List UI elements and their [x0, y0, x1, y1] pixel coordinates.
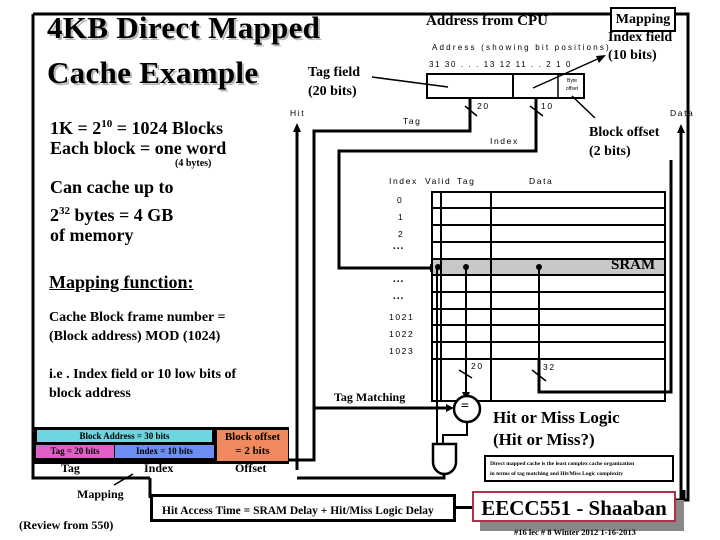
hit-miss-logic-title: Hit or Miss Logic [493, 408, 620, 427]
sram-row-index: 1021 [389, 312, 415, 322]
sram-col-data: Data [529, 176, 554, 186]
tag-width-label: 20 [477, 101, 490, 111]
address-heading: Address from CPU [426, 13, 548, 29]
mapping-line-3: i.e . Index field or 10 low bits of [49, 367, 237, 382]
slide-info: #16 lec # 8 Winter 2012 1-16-2013 [514, 527, 636, 537]
index-field-label: Index field [608, 30, 673, 45]
mapping-function-heading: Mapping function: [49, 272, 194, 292]
sram-col-index: Index [389, 176, 418, 186]
sram-label: SRAM [611, 257, 656, 273]
sram-row-index: 0 [397, 195, 404, 205]
mapping-box: Mapping [610, 7, 676, 32]
index-field-bits: (10 bits) [608, 48, 657, 63]
sram-row-index: 1022 [389, 329, 415, 339]
bit-positions: 31 30 . . . 13 12 11 . . 2 1 0 [429, 60, 573, 69]
sram-col-tag: Tag [457, 176, 476, 186]
hit-access-time: Hit Access Time = SRAM Delay + Hit/Miss … [150, 494, 456, 522]
comparator-symbol: = [461, 399, 469, 414]
sram-row-index: ... [393, 273, 405, 285]
sram-row-index: ... [393, 240, 405, 252]
label-offset: Offset [235, 461, 267, 475]
block-size: Each block = one word [50, 138, 227, 158]
hit-miss-question: (Hit or Miss?) [493, 430, 595, 449]
byte-offset-label: Byte offset [565, 78, 579, 92]
data-label: Data [670, 108, 695, 118]
index-wire-label: Index [490, 136, 519, 146]
sram-row-index: 2 [398, 229, 405, 239]
index-bits-field: Index = 10 bits [115, 445, 214, 458]
block-offset-label: Block offset [589, 125, 660, 140]
mapping-line-2: (Block address) MOD (1024) [49, 329, 221, 344]
course-title: EECC551 - Shaaban [472, 491, 676, 522]
hit-label: Hit [290, 108, 306, 118]
index-width-label: 10 [541, 101, 554, 111]
mapping-line-1: Cache Block frame number = [49, 310, 226, 325]
block-offset-bits: (2 bits) [589, 144, 631, 159]
tag-field-label: Tag field [308, 65, 360, 80]
mapping-line-4: block address [49, 386, 131, 401]
offset-bits-line-1: Block offset [224, 431, 281, 443]
sram-col-valid: Valid [425, 176, 452, 186]
label-mapping: Mapping [77, 487, 124, 501]
title-line-1: 4KB Direct Mapped [47, 10, 321, 45]
tag-wire-label: Tag [403, 116, 422, 126]
tag-bits-field: Tag = 20 bits [36, 445, 114, 458]
tag-matching-label: Tag Matching [334, 390, 406, 404]
word-bytes: (4 bytes) [175, 158, 212, 169]
complexity-note-line-1: Direct mapped cache is the least complex… [490, 461, 635, 467]
and-gate [431, 442, 458, 476]
sram-row-index: ... [393, 290, 405, 302]
of-memory: of memory [50, 225, 134, 245]
label-tag: Tag [61, 461, 80, 475]
label-index: Index [144, 461, 174, 475]
title-line-2: Cache Example [47, 55, 259, 90]
tag-field-bits: (20 bits) [308, 84, 357, 99]
offset-bits-field: Block offset = 2 bits [217, 430, 288, 461]
connector [456, 506, 472, 509]
data-width-label: 32 [543, 362, 556, 372]
block-offset-pointer [571, 95, 596, 119]
complexity-note: Direct mapped cache is the least complex… [484, 455, 674, 482]
compare-width-label: 20 [471, 361, 484, 371]
address-subheading: Address (showing bit positions) [432, 43, 611, 52]
review-note: (Review from 550) [19, 518, 114, 532]
offset-bits-line-2: = 2 bits [235, 445, 270, 457]
can-cache: Can cache up to [50, 177, 174, 197]
block-address-field: Block Address = 30 bits [37, 430, 212, 442]
sram-row-index: 1 [398, 212, 405, 222]
complexity-note-line-2: in terms of tag matching and Hit/Miss Lo… [490, 471, 623, 477]
sram-row-index: 1023 [389, 346, 415, 356]
